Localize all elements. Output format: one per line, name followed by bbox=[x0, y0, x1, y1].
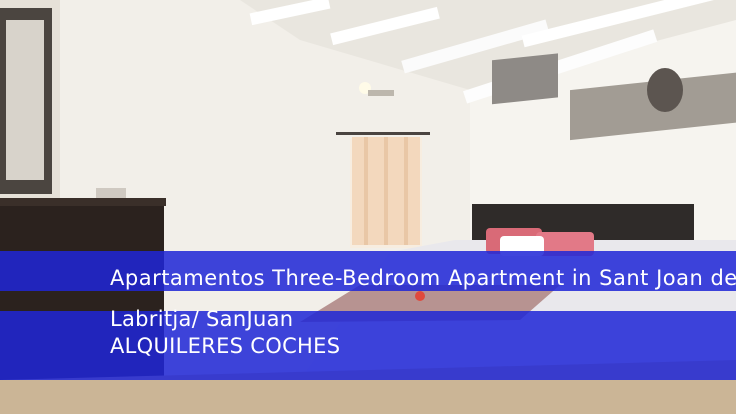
mirror-glass bbox=[6, 20, 44, 180]
curtain-fold bbox=[384, 137, 388, 245]
curtain-rod bbox=[336, 132, 430, 135]
wall-art-small bbox=[492, 53, 558, 105]
title-banner bbox=[0, 251, 736, 291]
dresser-box bbox=[96, 188, 126, 198]
curtain-fold bbox=[364, 137, 368, 245]
subtitle-banner bbox=[0, 311, 736, 380]
dresser-top bbox=[0, 198, 166, 206]
flower bbox=[415, 291, 425, 301]
buddha-face bbox=[647, 68, 683, 112]
wall-lamp-arm bbox=[368, 90, 394, 96]
curtain-fold bbox=[404, 137, 408, 245]
